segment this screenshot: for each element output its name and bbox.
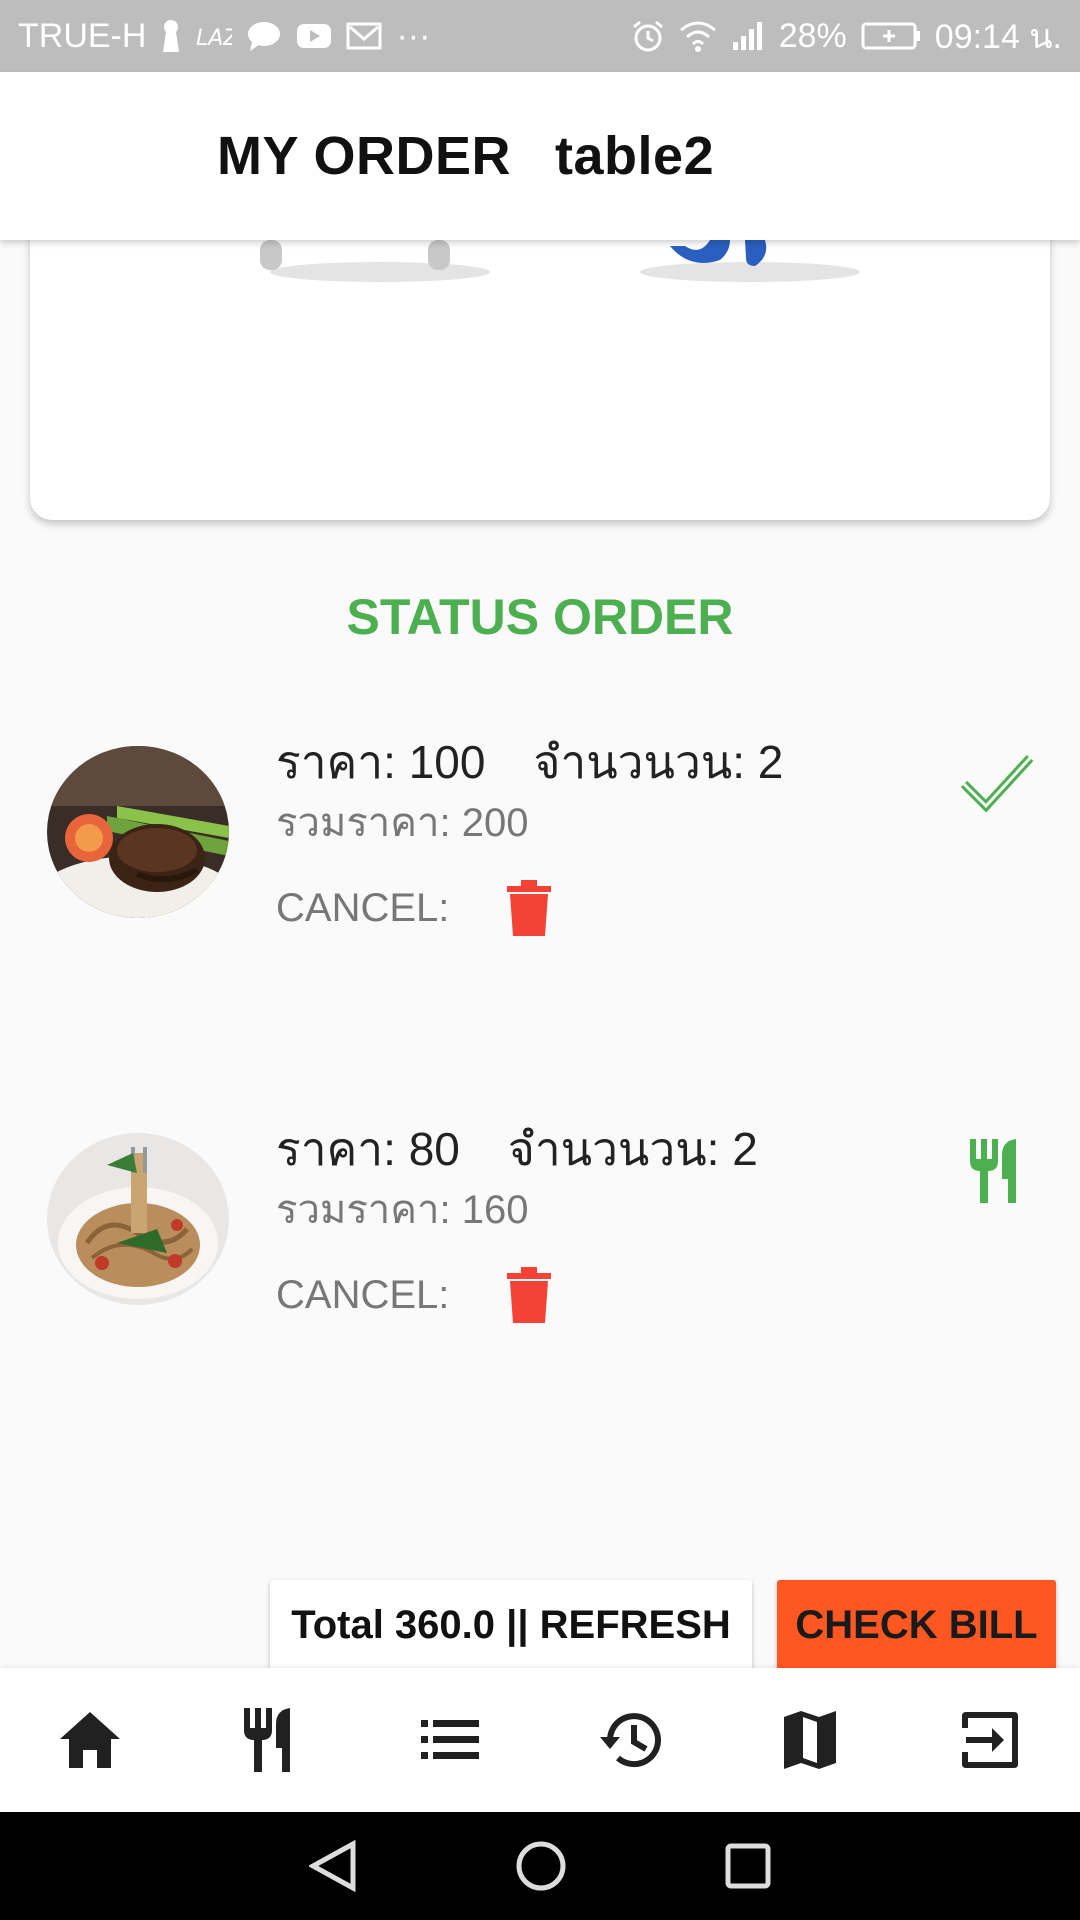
cancel-row: CANCEL: bbox=[276, 880, 552, 936]
mail-icon bbox=[346, 22, 382, 50]
cancel-row: CANCEL: bbox=[276, 1267, 552, 1323]
home-circle-icon[interactable] bbox=[515, 1840, 567, 1892]
app-bar: MY ORDER table2 bbox=[0, 72, 1080, 240]
delete-icon[interactable] bbox=[507, 1267, 552, 1323]
more-notifications-icon: ··· bbox=[396, 16, 431, 55]
status-order-heading: STATUS ORDER bbox=[346, 589, 734, 645]
price-qty-row: ราคา: 80 จำนวนวน: 2 bbox=[276, 1113, 758, 1186]
cancel-label: CANCEL: bbox=[276, 885, 450, 930]
wifi-icon bbox=[679, 21, 716, 52]
nav-map[interactable] bbox=[750, 1680, 870, 1800]
lazada-icon: LAZ bbox=[196, 26, 232, 51]
chat-bubble-icon bbox=[248, 22, 281, 51]
check-bill-button[interactable]: CHECK BILL bbox=[777, 1580, 1056, 1670]
nav-home[interactable] bbox=[30, 1680, 150, 1800]
signal-icon bbox=[732, 22, 762, 50]
title-text: MY ORDER bbox=[217, 126, 512, 186]
home-icon bbox=[60, 1712, 120, 1768]
status-bar-right: 28% 09:14 น. bbox=[631, 9, 1062, 63]
food-image-pasta bbox=[47, 1133, 229, 1305]
system-nav-bar bbox=[0, 1812, 1080, 1920]
quantity-text: จำนวนวน: 2 bbox=[507, 1123, 758, 1175]
status-bar-left: TRUE-H LAZ ··· bbox=[18, 17, 430, 56]
table-name: table2 bbox=[555, 126, 715, 186]
cutlery-icon bbox=[244, 1708, 290, 1772]
bottom-nav bbox=[0, 1668, 1080, 1812]
svg-text:LAZ: LAZ bbox=[196, 26, 232, 51]
nav-order-list[interactable] bbox=[390, 1680, 510, 1800]
cutlery-icon bbox=[968, 1139, 1024, 1208]
price-qty-row: ราคา: 100 จำนวนวน: 2 bbox=[276, 726, 783, 799]
order-item: ราคา: 80 จำนวนวน: 2 รวมราคา: 160 CANCEL: bbox=[0, 1123, 1080, 1373]
status-bar: TRUE-H LAZ ··· 28% 09:14 น. bbox=[0, 0, 1080, 72]
order-item: ราคา: 100 จำนวนวน: 2 รวมราคา: 200 CANCEL: bbox=[0, 736, 1080, 986]
carrier-name: TRUE-H bbox=[18, 16, 147, 55]
keyhole-icon bbox=[163, 20, 180, 52]
list-icon bbox=[421, 1720, 479, 1759]
history-icon bbox=[600, 1713, 661, 1768]
quantity-text: จำนวนวน: 2 bbox=[533, 736, 784, 788]
cancel-label: CANCEL: bbox=[276, 1272, 450, 1317]
alarm-icon bbox=[632, 20, 663, 52]
delete-icon[interactable] bbox=[507, 880, 552, 936]
price-text: ราคา: 100 bbox=[276, 736, 486, 788]
battery-percent: 28% bbox=[778, 16, 847, 55]
total-refresh-button[interactable]: Total 360.0 || REFRESH bbox=[270, 1580, 752, 1670]
nav-menu[interactable] bbox=[210, 1680, 330, 1800]
price-text: ราคา: 80 bbox=[276, 1123, 460, 1175]
recents-icon[interactable] bbox=[725, 1843, 771, 1889]
total-price-text: รวมราคา: 200 bbox=[276, 801, 529, 845]
nav-history[interactable] bbox=[570, 1680, 690, 1800]
nav-logout[interactable] bbox=[930, 1680, 1050, 1800]
back-icon[interactable] bbox=[309, 1840, 357, 1892]
food-image-steak bbox=[47, 746, 229, 918]
map-icon bbox=[784, 1711, 836, 1769]
page-title: MY ORDER table2 bbox=[217, 125, 714, 187]
battery-charging-icon bbox=[861, 22, 920, 50]
total-price-text: รวมราคา: 160 bbox=[276, 1188, 529, 1232]
clock: 09:14 น. bbox=[934, 18, 1062, 56]
exit-icon bbox=[962, 1712, 1018, 1768]
youtube-icon bbox=[297, 24, 332, 48]
check-icon bbox=[960, 750, 1034, 817]
